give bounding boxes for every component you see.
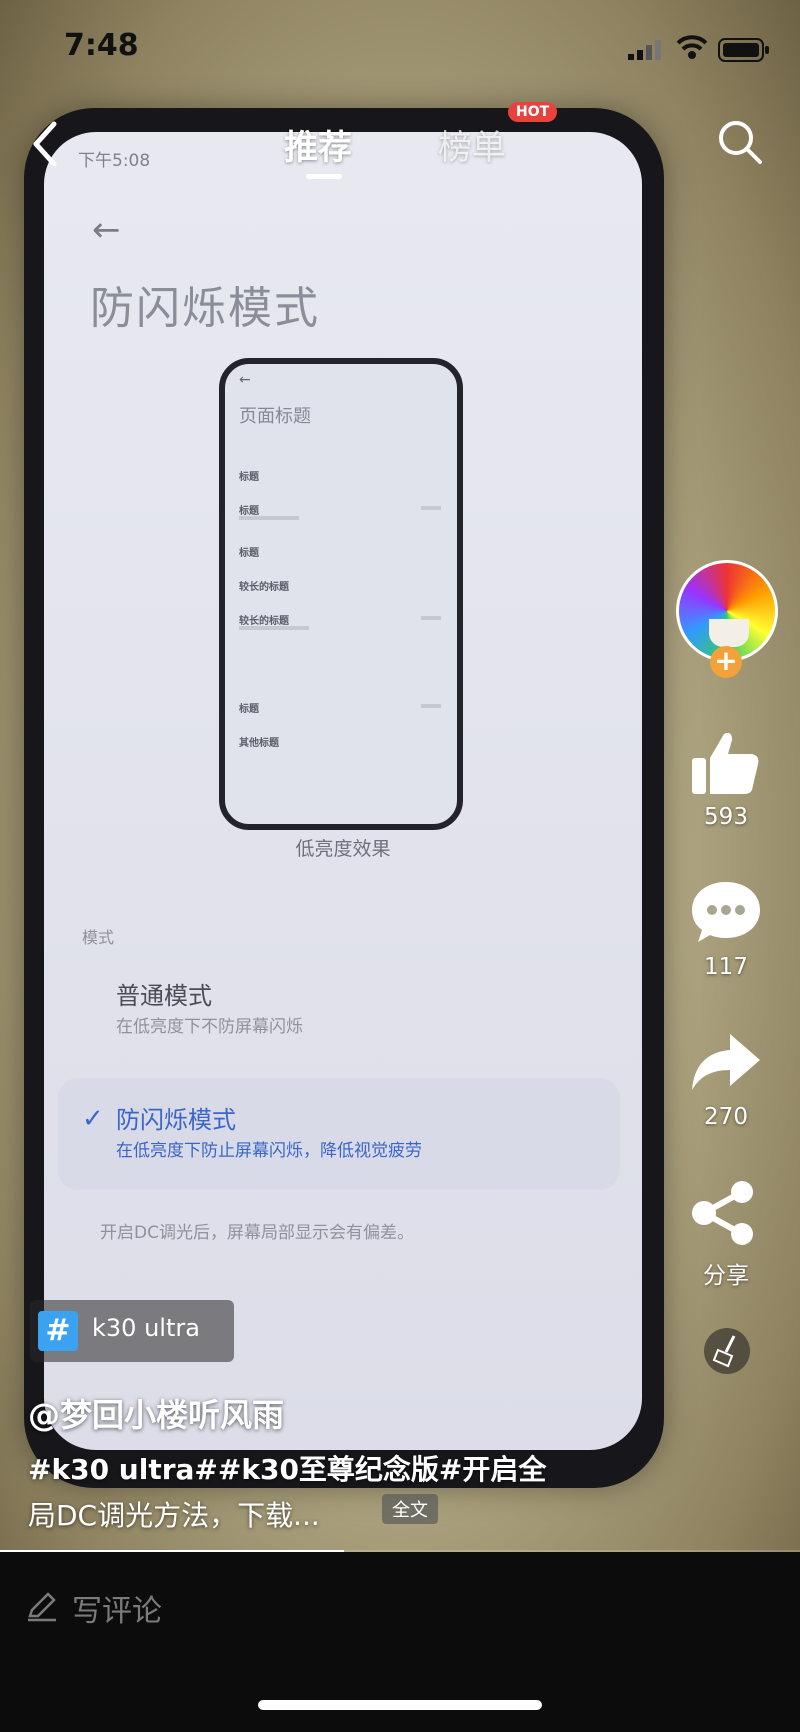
- author-name[interactable]: @梦回小楼听风雨: [28, 1390, 284, 1436]
- music-disc[interactable]: [704, 1328, 750, 1374]
- broom-icon: [712, 1335, 736, 1368]
- avatar-image: [709, 619, 749, 647]
- preview-item: 较长的标题: [239, 582, 289, 593]
- video-feed-screen: 下午5:08 ← 防闪烁模式 ← 页面标题 标题 标题 标题 较长的标题 较长的…: [0, 0, 800, 1732]
- signal-icon: [628, 40, 661, 60]
- home-indicator: [258, 1700, 542, 1710]
- follow-plus-button[interactable]: +: [710, 646, 742, 678]
- hashtag-pill[interactable]: # k30 ultra: [30, 1300, 234, 1362]
- preview-subtext: [239, 516, 299, 520]
- normal-mode-description: 在低亮度下不防屏幕闪烁: [116, 1017, 303, 1037]
- back-arrow-icon[interactable]: [28, 120, 62, 168]
- preview-value: [421, 506, 441, 510]
- tab-active-indicator: [306, 174, 342, 179]
- preview-value: [421, 704, 441, 708]
- like-thumb-icon[interactable]: [690, 728, 762, 798]
- wifi-icon: [676, 35, 708, 59]
- share-icon[interactable]: [690, 1180, 758, 1246]
- hashtag-text: k30 ultra: [92, 1314, 200, 1342]
- status-bar: 7:48: [0, 0, 800, 96]
- search-icon[interactable]: [716, 118, 764, 166]
- pencil-icon: [28, 1592, 56, 1622]
- preview-item: 标题: [239, 506, 259, 517]
- comment-count: 117: [704, 954, 748, 980]
- top-navigation: 推荐 榜单 HOT: [0, 100, 800, 190]
- preview-value: [421, 616, 441, 620]
- comment-bubble-icon[interactable]: [690, 878, 762, 946]
- filmed-page-title: 防闪烁模式: [90, 283, 320, 334]
- status-time: 7:48: [64, 28, 139, 63]
- preview-page-title: 页面标题: [239, 406, 311, 427]
- forward-count: 270: [704, 1104, 748, 1130]
- forward-arrow-icon[interactable]: [690, 1030, 762, 1094]
- effect-caption: 低亮度效果: [295, 838, 391, 860]
- battery-icon: [718, 38, 769, 62]
- preview-phone-illustration: ← 页面标题 标题 标题 标题 较长的标题 较长的标题 标题 其他标题: [219, 358, 463, 830]
- description-line-1: #k30 ultra##k30至尊纪念版#开启全: [28, 1453, 547, 1486]
- preview-subtext: [239, 626, 309, 630]
- full-text-button[interactable]: 全文: [382, 1494, 438, 1524]
- like-count: 593: [704, 804, 748, 830]
- filmed-back-arrow-icon: ←: [92, 210, 121, 250]
- check-icon: ✓: [82, 1104, 104, 1134]
- flicker-mode-title: 防闪烁模式: [116, 1106, 236, 1134]
- preview-item: 标题: [239, 704, 259, 715]
- tab-rank[interactable]: 榜单: [438, 120, 506, 169]
- hashtag-icon: #: [38, 1311, 78, 1351]
- tab-recommend[interactable]: 推荐: [284, 120, 352, 169]
- dc-dimming-note: 开启DC调光后，屏幕局部显示会有偏差。: [100, 1223, 414, 1243]
- filmed-phone-screen: 下午5:08 ← 防闪烁模式 ← 页面标题 标题 标题 标题 较长的标题 较长的…: [44, 132, 642, 1450]
- share-label: 分享: [703, 1263, 749, 1289]
- flicker-mode-description: 在低亮度下防止屏幕闪烁，降低视觉疲劳: [116, 1141, 422, 1161]
- normal-mode-title: 普通模式: [116, 982, 212, 1010]
- preview-back-arrow-icon: ←: [239, 372, 251, 388]
- preview-item: 标题: [239, 472, 259, 483]
- description-line-2: 局DC调光方法，下载...: [28, 1499, 320, 1532]
- filmed-phone: 下午5:08 ← 防闪烁模式 ← 页面标题 标题 标题 标题 较长的标题 较长的…: [24, 108, 664, 1488]
- preview-item: 较长的标题: [239, 616, 289, 627]
- preview-item: 标题: [239, 548, 259, 559]
- mode-section-label: 模式: [82, 928, 115, 947]
- hot-badge: HOT: [508, 102, 558, 122]
- preview-item: 其他标题: [239, 738, 279, 749]
- comment-input[interactable]: 写评论: [72, 1586, 162, 1630]
